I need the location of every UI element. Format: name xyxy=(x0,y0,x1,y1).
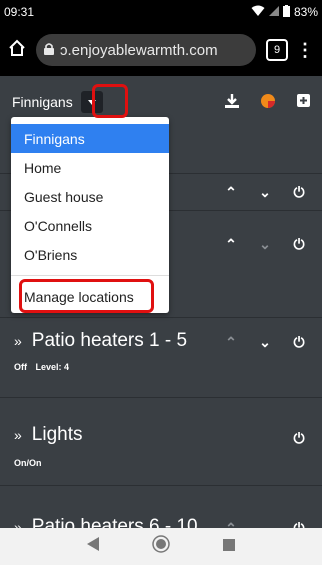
location-label: Finnigans xyxy=(12,94,73,110)
wifi-icon xyxy=(251,5,265,20)
power-icon[interactable]: ⏻ xyxy=(282,236,316,253)
add-icon[interactable] xyxy=(297,94,310,110)
url-field[interactable]: ɔ.enjoyablewarmth.com xyxy=(36,34,256,66)
status-time: 09:31 xyxy=(4,5,35,19)
group-lights: » Lights On/On xyxy=(0,424,322,484)
system-nav-bar xyxy=(0,528,322,565)
recents-icon[interactable] xyxy=(223,538,236,556)
dropdown-divider xyxy=(11,275,169,276)
group-level: Level: 4 xyxy=(35,362,70,372)
location-option-obriens[interactable]: O'Briens xyxy=(11,240,169,269)
palette-icon[interactable] xyxy=(261,93,275,111)
group-status-value: Off xyxy=(14,362,27,372)
group-status: Off Level: 4 xyxy=(14,362,308,372)
power-icon[interactable]: ⏻ xyxy=(282,334,316,351)
highlight-manage-locations xyxy=(19,279,154,313)
location-option-oconnells[interactable]: O'Connells xyxy=(11,211,169,240)
location-option-finnigans[interactable]: Finnigans xyxy=(11,124,169,153)
chevron-up-down-icon[interactable]: » xyxy=(14,333,22,349)
tab-switcher-button[interactable]: 9 xyxy=(266,39,288,61)
chevron-down-icon[interactable]: ⌄ xyxy=(248,184,282,201)
location-option-guest-house[interactable]: Guest house xyxy=(11,182,169,211)
power-icon[interactable]: ⏻ xyxy=(282,184,316,201)
highlight-dropdown-button xyxy=(92,84,128,118)
chevron-down-icon[interactable]: ⌄ xyxy=(248,334,282,351)
download-icon[interactable] xyxy=(225,93,239,111)
location-option-home[interactable]: Home xyxy=(11,153,169,182)
status-right: 83% xyxy=(251,4,318,20)
toolbar-icons xyxy=(225,93,310,111)
power-icon[interactable]: ⏻ xyxy=(282,430,316,447)
row-controls-2: ⌃ ⌄ ⏻ xyxy=(214,232,316,256)
status-bar: 09:31 83% xyxy=(0,0,322,24)
group-title[interactable]: » Lights xyxy=(14,424,308,446)
chevron-up-icon[interactable]: ⌃ xyxy=(214,334,248,351)
row-divider xyxy=(0,397,322,398)
group-title-text: Lights xyxy=(31,424,83,445)
battery-icon xyxy=(282,4,290,20)
chevron-down-icon[interactable]: ⌄ xyxy=(248,236,282,253)
lock-icon xyxy=(44,42,54,59)
chevron-up-icon[interactable]: ⌃ xyxy=(214,184,248,201)
back-icon[interactable] xyxy=(86,537,99,556)
signal-icon xyxy=(268,5,279,19)
group-status-value: On/On xyxy=(14,458,42,468)
url-text: ɔ.enjoyablewarmth.com xyxy=(60,41,218,59)
dropdown-top-pad xyxy=(11,117,169,124)
chevron-up-icon[interactable]: ⌃ xyxy=(214,236,248,253)
row-controls-3: ⌃ ⌄ ⏻ xyxy=(214,330,316,354)
group-title-text: Patio heaters 1 - 5 xyxy=(31,330,188,351)
chevron-up-down-icon[interactable]: » xyxy=(14,427,22,443)
battery-percent: 83% xyxy=(293,5,318,19)
home-nav-icon[interactable] xyxy=(152,535,170,558)
row-controls-1: ⌃ ⌄ ⏻ xyxy=(214,180,316,204)
more-vert-icon[interactable]: ⋮ xyxy=(296,40,314,61)
home-icon[interactable] xyxy=(8,39,26,62)
row-controls-4: ⏻ xyxy=(282,426,316,450)
row-divider xyxy=(0,317,322,318)
row-divider xyxy=(0,485,322,486)
browser-bar: ɔ.enjoyablewarmth.com 9 ⋮ xyxy=(0,24,322,76)
